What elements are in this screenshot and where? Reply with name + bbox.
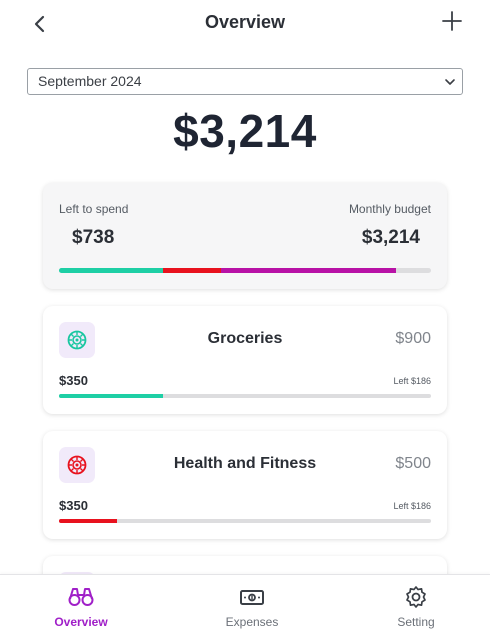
category-card-groceries[interactable]: Groceries $900 $350 Left $186 xyxy=(43,306,447,414)
category-left: Left $186 xyxy=(393,501,431,511)
category-spent: $350 xyxy=(59,373,88,388)
nav-setting[interactable]: Setting xyxy=(356,575,476,637)
gear-icon xyxy=(406,586,426,608)
category-card-health-and-fitness[interactable]: Health and Fitness $500 $350 Left $186 xyxy=(43,431,447,539)
nav-label: Setting xyxy=(397,615,435,629)
nav-expenses[interactable]: Expenses xyxy=(192,575,312,637)
bottom-nav: Overview Expenses Setting xyxy=(0,574,490,637)
nav-label: Expenses xyxy=(225,615,279,629)
nav-overview[interactable]: Overview xyxy=(21,575,141,637)
category-budget: $900 xyxy=(395,330,431,347)
spending-progress-bar xyxy=(59,268,431,273)
summary-card: Left to spend $738 Monthly budget $3,214 xyxy=(43,183,447,289)
category-progress-fill xyxy=(59,519,117,523)
page-title: Overview xyxy=(204,12,286,32)
category-progress-fill xyxy=(59,394,164,398)
left-to-spend-value: $738 xyxy=(72,227,115,248)
category-progress-track xyxy=(59,519,431,523)
category-left: Left $186 xyxy=(393,376,431,386)
add-button[interactable] xyxy=(440,9,464,33)
top-bar: Overview xyxy=(0,0,490,46)
spending-segment xyxy=(59,268,164,273)
spending-segment xyxy=(220,268,396,273)
month-select-value: September 2024 xyxy=(38,73,142,89)
spending-segment xyxy=(163,268,221,273)
category-spent: $350 xyxy=(59,498,88,513)
month-select[interactable]: September 2024 xyxy=(27,68,463,95)
nav-label: Overview xyxy=(54,615,108,629)
category-name: Groceries xyxy=(207,330,283,347)
total-amount: $3,214 xyxy=(173,105,317,157)
category-name: Health and Fitness xyxy=(173,455,317,472)
monthly-budget-label: Monthly budget xyxy=(348,202,431,216)
banknote-icon xyxy=(240,590,264,605)
chevron-down-icon xyxy=(445,79,455,85)
left-to-spend-label: Left to spend xyxy=(59,202,129,216)
plus-icon xyxy=(442,11,462,31)
category-budget: $500 xyxy=(395,455,431,472)
binoculars-icon xyxy=(68,588,94,606)
monthly-budget-value: $3,214 xyxy=(361,227,420,248)
category-progress-track xyxy=(59,394,431,398)
